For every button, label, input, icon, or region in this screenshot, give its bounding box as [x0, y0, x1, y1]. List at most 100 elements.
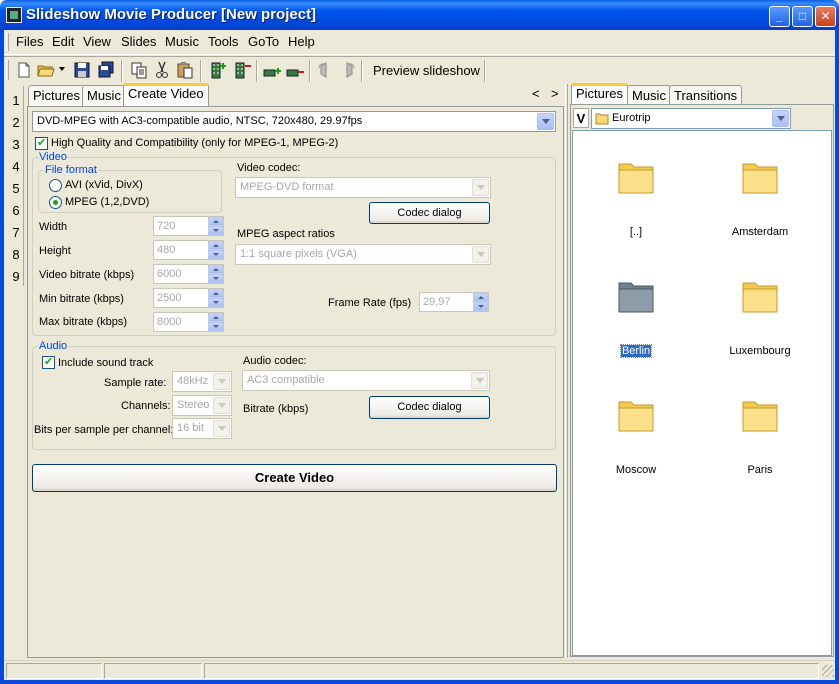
status-bar — [4, 660, 835, 680]
video-codec-label: Video codec: — [237, 162, 301, 174]
folder-view[interactable]: [..] Amsterdam Berlin Luxembourg Moscow … — [572, 130, 832, 656]
menu-view[interactable]: View — [83, 34, 111, 49]
menu-music[interactable]: Music — [165, 34, 199, 49]
audio-codec-dialog-button[interactable]: Codec dialog — [369, 396, 490, 419]
folder-name: Moscow — [615, 464, 657, 476]
save-all-icon[interactable] — [96, 60, 116, 80]
menu-files[interactable]: Files — [16, 34, 43, 49]
min-bitrate-spinner[interactable]: 2500 — [153, 288, 224, 308]
width-label: Width — [39, 221, 68, 233]
panel-splitter[interactable] — [565, 84, 568, 658]
rotate-left-icon[interactable] — [315, 60, 335, 80]
create-video-button[interactable]: Create Video — [32, 464, 557, 492]
width-spinner[interactable]: 720 — [153, 216, 224, 236]
chevron-down-icon[interactable] — [213, 373, 230, 390]
chevron-down-icon[interactable] — [472, 179, 489, 196]
format-avi-radio[interactable] — [49, 179, 62, 192]
folder-icon — [618, 401, 654, 432]
spinner-buttons[interactable] — [208, 289, 223, 307]
folder-item[interactable]: Paris — [715, 394, 805, 494]
add-slide-icon[interactable] — [208, 60, 228, 80]
format-mpeg-radio[interactable] — [49, 196, 62, 209]
spinner-buttons[interactable] — [208, 241, 223, 259]
high-quality-checkbox[interactable] — [35, 136, 48, 150]
window-title: Slideshow Movie Producer [New project] — [26, 6, 317, 23]
chevron-down-icon[interactable] — [472, 246, 489, 263]
folder-name: Amsterdam — [731, 226, 789, 238]
video-codec-select[interactable]: MPEG-DVD format — [235, 177, 491, 198]
audio-codec-label: Audio codec: — [243, 355, 307, 367]
remove-slide-icon[interactable] — [232, 60, 252, 80]
channels-select[interactable]: Stereo — [172, 395, 232, 416]
maximize-button[interactable]: □ — [792, 6, 813, 27]
view-mode-button[interactable]: V — [573, 108, 589, 128]
chevron-down-icon[interactable] — [772, 110, 789, 127]
aspect-ratio-select[interactable]: 1:1 square pixels (VGA) — [235, 244, 491, 265]
spinner-buttons[interactable] — [208, 265, 223, 283]
close-button[interactable]: ✕ — [815, 6, 836, 27]
minimize-button[interactable]: _ — [769, 6, 790, 27]
menu-tools[interactable]: Tools — [208, 34, 238, 49]
folder-item[interactable]: Moscow — [591, 394, 681, 494]
preset-select[interactable]: DVD-MPEG with AC3-compatible audio, NTSC… — [32, 111, 556, 132]
folder-icon — [742, 282, 778, 313]
folder-item[interactable]: Amsterdam — [715, 156, 805, 256]
menu-goto[interactable]: GoTo — [248, 34, 279, 49]
tab-create-video[interactable]: Create Video — [123, 83, 209, 107]
app-icon[interactable] — [6, 7, 22, 23]
toolbar: Preview slideshow — [4, 56, 835, 83]
sample-rate-select[interactable]: 48kHz — [172, 371, 232, 392]
preview-slideshow-button[interactable]: Preview slideshow — [366, 58, 487, 82]
max-bitrate-spinner[interactable]: 8000 — [153, 312, 224, 332]
spinner-buttons[interactable] — [473, 293, 488, 311]
toolbar-grip — [6, 60, 9, 80]
tab-music[interactable]: Music — [82, 85, 126, 107]
folder-item[interactable]: [..] — [591, 156, 681, 256]
dropdown-icon[interactable] — [59, 67, 65, 71]
folder-item[interactable]: Luxembourg — [715, 275, 805, 375]
copy-icon[interactable] — [129, 60, 149, 80]
include-sound-checkbox[interactable] — [42, 355, 55, 369]
tab-scroll-left-button[interactable]: < — [532, 86, 540, 101]
add-music-icon[interactable] — [262, 60, 282, 80]
open-icon[interactable] — [36, 60, 56, 80]
audio-codec-select[interactable]: AC3 compatible — [242, 370, 490, 391]
menu-slides[interactable]: Slides — [121, 34, 156, 49]
tab-scroll-right-button[interactable]: > — [551, 86, 559, 101]
height-value: 480 — [157, 244, 176, 256]
folder-select[interactable]: Eurotrip — [591, 108, 791, 129]
title-bar[interactable]: Slideshow Movie Producer [New project] _… — [0, 0, 839, 30]
frame-rate-label: Frame Rate (fps) — [328, 297, 412, 309]
video-group-label: Video — [38, 151, 68, 163]
new-icon[interactable] — [14, 60, 34, 80]
video-bitrate-spinner[interactable]: 6000 — [153, 264, 224, 284]
spinner-buttons[interactable] — [208, 217, 223, 235]
row-number: 9 — [12, 269, 20, 284]
frame-rate-spinner[interactable]: 29,97 — [419, 292, 489, 312]
video-codec-dialog-button[interactable]: Codec dialog — [369, 202, 490, 224]
bits-per-sample-select[interactable]: 16 bit — [172, 418, 232, 439]
rotate-right-icon[interactable] — [338, 60, 358, 80]
window-frame-bottom — [0, 680, 839, 684]
remove-music-icon[interactable] — [285, 60, 305, 80]
folder-name: Paris — [747, 464, 773, 476]
folder-select-value: Eurotrip — [612, 112, 651, 124]
save-icon[interactable] — [72, 60, 92, 80]
video-bitrate-label: Video bitrate (kbps) — [39, 269, 135, 281]
spinner-buttons[interactable] — [208, 313, 223, 331]
tab-pictures[interactable]: Pictures — [28, 85, 85, 107]
cut-icon[interactable] — [152, 60, 172, 80]
row-number: 6 — [12, 203, 20, 218]
folder-item-selected[interactable]: Berlin — [591, 275, 681, 375]
paste-icon[interactable] — [175, 60, 195, 80]
menu-help[interactable]: Help — [288, 34, 315, 49]
height-spinner[interactable]: 480 — [153, 240, 224, 260]
toolbar-separator — [200, 60, 202, 82]
resize-grip[interactable] — [822, 665, 834, 677]
chevron-down-icon[interactable] — [537, 113, 554, 130]
menu-edit[interactable]: Edit — [52, 34, 74, 49]
chevron-down-icon[interactable] — [213, 397, 230, 414]
row-number: 7 — [12, 225, 20, 240]
chevron-down-icon[interactable] — [213, 420, 230, 437]
chevron-down-icon[interactable] — [471, 372, 488, 389]
